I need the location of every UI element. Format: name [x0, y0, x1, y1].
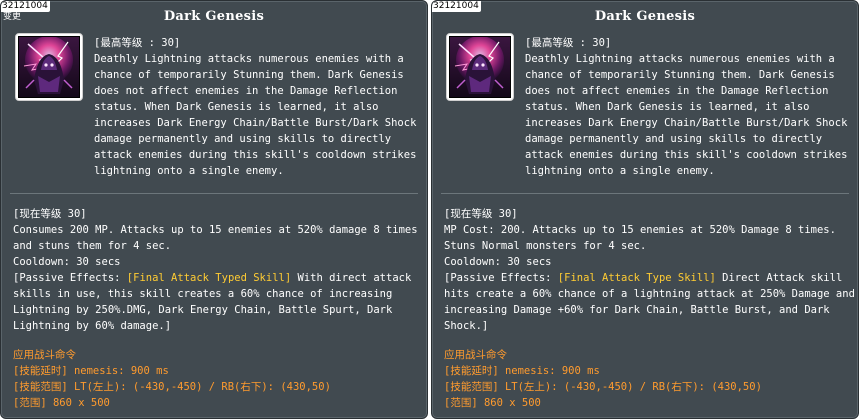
max-level-label: [最高等级 : 30] — [525, 37, 612, 49]
battle-command-title: 应用战斗命令 — [444, 349, 507, 361]
description-line: status. When Dark Genesis is learned, it… — [94, 101, 379, 113]
current-level-line: MP Cost: 200. Attacks up to 15 enemies a… — [444, 224, 836, 236]
description-line: Deathly Lightning attacks numerous enemi… — [94, 53, 404, 65]
current-level-section: [现在等级 30] MP Cost: 200. Attacks up to 15… — [444, 206, 855, 334]
battle-command-title: 应用战斗命令 — [13, 349, 76, 361]
description-line: increases Dark Energy Chain/Battle Burst… — [94, 117, 417, 129]
passive-prefix: [Passive Effects: — [13, 272, 127, 284]
battle-command-section: 应用战斗命令 [技能延时] nemesis: 900 ms [技能范围] LT(… — [13, 347, 419, 411]
description-line: damage permanently and using skills to d… — [94, 133, 392, 145]
battle-command-line: [范围] 860 x 500 — [13, 397, 110, 409]
skill-title: Dark Genesis — [594, 9, 696, 24]
skill-summary: [最高等级 : 30] Deathly Lightning attacks nu… — [94, 35, 419, 179]
current-level-line: Cooldown: 30 secs — [13, 256, 121, 268]
current-level-line: Stuns Normal monsters for 4 sec. — [444, 240, 647, 252]
battle-command-line: [技能延时] nemesis: 900 ms — [444, 365, 600, 377]
passive-rest: With direct attack — [291, 272, 412, 284]
description-line: attack enemies during this skill's coold… — [525, 149, 848, 161]
current-level-label: [现在等级 30] — [444, 208, 518, 220]
passive-effects-line: skills in use, this skill creates a 60% … — [13, 288, 393, 300]
description-line: Deathly Lightning attacks numerous enemi… — [525, 53, 835, 65]
battle-command-line: [技能范围] LT(左上): (-430,-450) / RB(右下): (43… — [13, 381, 331, 393]
passive-skill-type: [Final Attack Typed Skill] — [126, 272, 292, 284]
description-line: does not affect enemies in the Damage Re… — [525, 85, 829, 97]
description-line: does not affect enemies in the Damage Re… — [94, 85, 398, 97]
passive-effects-line: increasing Damage +60% for Dark Chain, B… — [444, 304, 830, 316]
passive-effects-line: Lightning by 250%.DMG, Dark Energy Chain… — [13, 304, 393, 316]
skill-tooltip-right: 32121004 Dark Genesis [最高等级 : 30] Deathl… — [431, 0, 859, 419]
current-level-label: [现在等级 30] — [13, 208, 87, 220]
current-level-line: Consumes 200 MP. Attacks up to 15 enemie… — [13, 224, 418, 236]
dark-genesis-skill-icon — [446, 33, 514, 101]
max-level-label: [最高等级 : 30] — [94, 37, 181, 49]
section-divider — [10, 193, 418, 194]
passive-effects-line: hits create a 60% chance of a lightning … — [444, 288, 855, 300]
description-line: increases Dark Energy Chain/Battle Burst… — [525, 117, 848, 129]
description-line: status. When Dark Genesis is learned, it… — [525, 101, 810, 113]
skill-tooltip-left: 32121004 变更 Dark Genesis [最高等级 : 30] Dea… — [0, 0, 428, 419]
description-line: lightning onto a single enemy. — [525, 165, 715, 177]
description-line: damage permanently and using skills to d… — [525, 133, 823, 145]
battle-command-line: [技能范围] LT(左上): (-430,-450) / RB(右下): (43… — [444, 381, 762, 393]
description-line: chance of temporarily Stunning them. Dar… — [94, 69, 404, 81]
passive-effects-line: Shock.] — [444, 320, 489, 332]
current-level-section: [现在等级 30] Consumes 200 MP. Attacks up to… — [13, 206, 419, 334]
current-level-line: Cooldown: 30 secs — [444, 256, 552, 268]
description-line: chance of temporarily Stunning them. Dar… — [525, 69, 835, 81]
current-level-line: and stuns them for 4 sec. — [13, 240, 172, 252]
description-line: attack enemies during this skill's coold… — [94, 149, 417, 161]
passive-prefix: [Passive Effects: — [444, 272, 558, 284]
passive-effects-line: [Passive Effects: [Final Attack Type Ski… — [444, 270, 850, 286]
passive-effects-line: [Passive Effects: [Final Attack Typed Sk… — [13, 270, 419, 286]
description-line: lightning onto a single enemy. — [94, 165, 284, 177]
battle-command-section: 应用战斗命令 [技能延时] nemesis: 900 ms [技能范围] LT(… — [444, 347, 850, 411]
skill-summary: [最高等级 : 30] Deathly Lightning attacks nu… — [525, 35, 850, 179]
dark-genesis-skill-icon — [15, 33, 83, 101]
skill-title: Dark Genesis — [163, 9, 265, 24]
passive-skill-type: [Final Attack Type Skill] — [557, 272, 716, 284]
section-divider — [441, 193, 849, 194]
battle-command-line: [范围] 860 x 500 — [444, 397, 541, 409]
passive-effects-line: Lightning by 60% damage.] — [13, 320, 172, 332]
passive-rest: Direct Attack skill — [715, 272, 843, 284]
battle-command-line: [技能延时] nemesis: 900 ms — [13, 365, 169, 377]
